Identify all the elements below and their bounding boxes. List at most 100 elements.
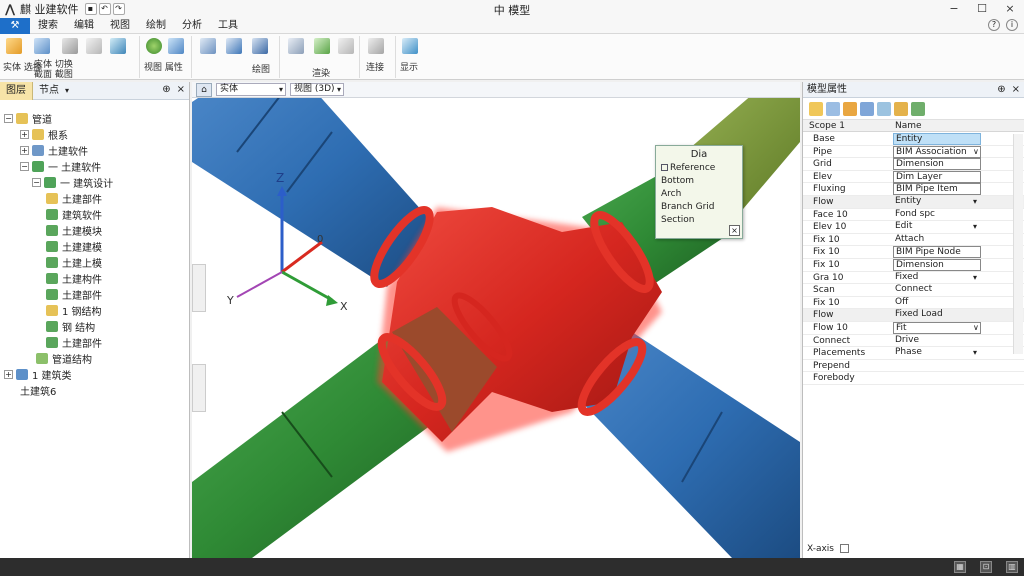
menu-item-draw[interactable]: 绘制	[138, 18, 174, 34]
cube-tool-button[interactable]	[288, 38, 310, 60]
select-tool-button[interactable]	[6, 38, 28, 60]
property-row[interactable]: Base Entity	[803, 133, 1024, 146]
property-value[interactable]	[893, 372, 981, 384]
property-row[interactable]: Forebody	[803, 372, 1024, 385]
tree-item[interactable]: 钢 结构	[46, 318, 95, 334]
arrow-tool-button[interactable]	[86, 38, 108, 60]
property-row[interactable]: Elev 10 Edit ▾	[803, 221, 1024, 234]
property-value[interactable]: BIM Pipe Node	[893, 246, 981, 259]
tree-item[interactable]: 土建上模	[46, 254, 102, 270]
property-value[interactable]: Dimension	[893, 259, 981, 271]
copy-icon[interactable]	[826, 101, 840, 116]
property-row[interactable]: Elev Dim Layer	[803, 170, 1024, 184]
grid-tool-button[interactable]	[338, 38, 360, 60]
minimize-button[interactable]: −	[940, 0, 968, 18]
view-props2-button[interactable]	[168, 38, 190, 60]
property-row[interactable]: Prepend	[803, 360, 1024, 373]
file-menu-button[interactable]: ⚒	[0, 17, 30, 34]
settings-icon[interactable]	[911, 101, 925, 116]
pin-icon[interactable]: ⊕	[997, 82, 1005, 98]
property-value[interactable]: Dim Layer	[893, 170, 981, 183]
property-value[interactable]	[893, 360, 981, 372]
tree-item[interactable]: + 根系	[20, 126, 68, 142]
pin-icon[interactable]: ⊕	[162, 84, 170, 95]
expand-icon[interactable]: +	[4, 369, 13, 379]
property-row[interactable]: Grid Dimension	[803, 158, 1024, 171]
tree-item[interactable]: − 一 土建软件	[20, 158, 101, 174]
chevron-down-icon[interactable]: ▾	[973, 347, 977, 359]
tab-layers[interactable]: 图层	[0, 81, 33, 100]
view-cube-icon[interactable]: ⌂	[196, 82, 212, 97]
tree-item[interactable]: − 一 建筑设计	[32, 174, 113, 190]
panel-close-icon[interactable]: ×	[177, 84, 185, 95]
tree-item[interactable]: 土建部件	[46, 286, 102, 302]
tree-item[interactable]: 土建建模	[46, 238, 102, 254]
status-snap-button[interactable]: ⊡	[980, 561, 992, 573]
status-grid-button[interactable]: ▦	[954, 561, 966, 573]
chevron-down-icon[interactable]: ∨	[973, 322, 979, 334]
property-value[interactable]: Fixed Load	[893, 309, 981, 321]
view-props-button[interactable]	[146, 38, 168, 60]
property-row[interactable]: Scan Connect	[803, 284, 1024, 297]
property-row[interactable]: Flow Fixed Load	[803, 309, 1024, 322]
undo-icon[interactable]: ↶	[98, 3, 111, 15]
chevron-down-icon[interactable]: ▾	[973, 196, 977, 208]
popup-item-bottom[interactable]: Bottom	[656, 175, 742, 188]
upload-tool-button[interactable]	[226, 38, 248, 60]
menu-item-view[interactable]: 视图	[102, 18, 138, 34]
property-value[interactable]: Fixed	[893, 272, 981, 284]
collapse-icon[interactable]: −	[4, 113, 13, 123]
menu-item-analyze[interactable]: 分析	[174, 18, 210, 34]
menu-item-edit[interactable]: 编辑	[66, 18, 102, 34]
tree-item[interactable]: 土建筑6	[20, 382, 56, 398]
property-row[interactable]: Flow 10 Fit ∨	[803, 322, 1024, 335]
viewport-scrollbar-lower[interactable]	[192, 364, 206, 412]
pick-tool-button[interactable]	[62, 38, 84, 60]
mode-select[interactable]: 视图 (3D) ▾	[290, 83, 344, 96]
tree-item[interactable]: + 土建软件	[20, 142, 88, 158]
property-value[interactable]: Off	[893, 297, 981, 309]
menu-item-tools[interactable]: 工具	[210, 18, 246, 34]
help-icon[interactable]: ?	[988, 19, 1000, 31]
expand-icon[interactable]: +	[20, 145, 29, 155]
tree-item[interactable]: 土建部件	[46, 334, 102, 350]
checkbox-icon[interactable]	[661, 164, 668, 171]
property-value[interactable]: Fit	[893, 322, 981, 334]
property-value[interactable]: BIM Association	[893, 145, 981, 158]
grid-icon[interactable]	[839, 544, 849, 553]
export-icon[interactable]	[894, 101, 908, 116]
popup-item-branch-grid[interactable]: Branch Grid	[656, 201, 742, 214]
property-row[interactable]: Placements Phase ▾	[803, 347, 1024, 360]
view-select[interactable]: 实体 ▾	[216, 83, 286, 96]
viewport-scrollbar-upper[interactable]	[192, 264, 206, 312]
popup-item-arch[interactable]: Arch	[656, 188, 742, 201]
expand-icon[interactable]: +	[20, 129, 29, 139]
menu-item-search[interactable]: 搜索	[30, 18, 66, 34]
tree-item[interactable]: 建筑软件	[46, 206, 102, 222]
tab-dropdown-icon[interactable]: ▾	[65, 86, 69, 95]
property-value[interactable]: Fond spc	[893, 209, 981, 221]
status-ortho-button[interactable]: ▥	[1006, 561, 1018, 573]
property-row[interactable]: Fix 10 Attach	[803, 234, 1024, 247]
tree-item[interactable]: 1 钢结构	[46, 302, 102, 318]
property-value[interactable]: Dimension	[893, 158, 981, 171]
3d-viewport[interactable]: ⌂ 实体 ▾ 视图 (3D) ▾ Z 0 X Y Dia Reference B…	[192, 82, 800, 558]
property-row[interactable]: Fix 10 Off	[803, 297, 1024, 310]
tree-item[interactable]: 管道结构	[36, 350, 92, 366]
chevron-down-icon[interactable]: ▾	[973, 221, 977, 233]
popup-item-reference[interactable]: Reference	[656, 162, 742, 175]
maximize-button[interactable]: ☐	[968, 0, 996, 18]
shape-tool-button[interactable]	[252, 38, 274, 60]
property-value[interactable]: BIM Pipe Item	[893, 183, 981, 196]
tree-item[interactable]: 土建部件	[46, 190, 102, 206]
filter-icon[interactable]	[843, 101, 857, 116]
sort-icon[interactable]	[860, 101, 874, 116]
collapse-icon[interactable]: −	[32, 177, 41, 187]
line-tool-button[interactable]	[200, 38, 222, 60]
save-icon[interactable]: ▪	[84, 3, 97, 15]
property-row[interactable]: Gra 10 Fixed ▾	[803, 272, 1024, 285]
chevron-down-icon[interactable]: ∨	[973, 146, 979, 158]
lasso-tool-button[interactable]	[34, 38, 56, 60]
property-row[interactable]: Fix 10 BIM Pipe Node	[803, 246, 1024, 259]
tree-item[interactable]: +1 建筑类	[4, 366, 72, 382]
